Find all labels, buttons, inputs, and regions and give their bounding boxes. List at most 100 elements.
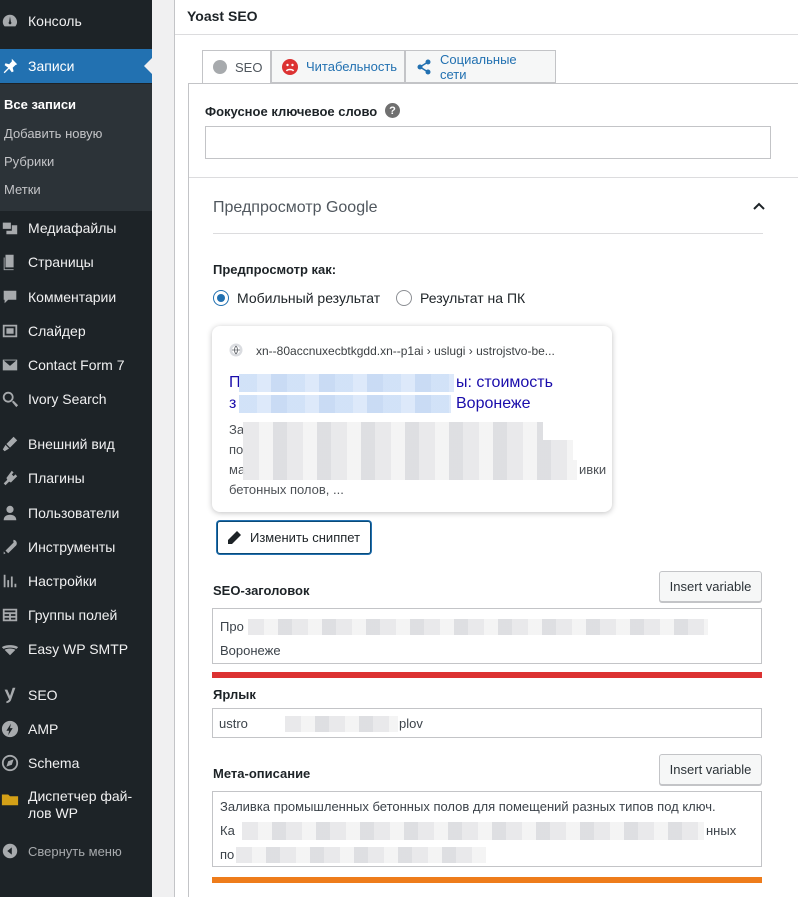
submenu-all-posts[interactable]: Все записи bbox=[4, 97, 76, 112]
sidebar-item-label: Комментарии bbox=[28, 289, 117, 305]
search-icon bbox=[0, 389, 20, 409]
sidebar-item-label: Диспетчер фай- bbox=[28, 788, 133, 804]
snippet-title-line2-end: Воронеже bbox=[456, 395, 531, 412]
sidebar-item-label: Плагины bbox=[28, 470, 85, 486]
sidebar-item-contact-form[interactable]: Contact Form 7 bbox=[0, 348, 152, 382]
sidebar-item-label: Настройки bbox=[28, 573, 97, 589]
submenu-add-new[interactable]: Добавить новую bbox=[4, 126, 102, 141]
sidebar-item-label: Консоль bbox=[28, 13, 82, 29]
edit-snippet-button[interactable]: Изменить сниппет bbox=[217, 521, 371, 554]
sidebar-item-easy-wp-smtp[interactable]: Easy WP SMTP bbox=[0, 632, 152, 666]
tab-readability[interactable]: Читабельность bbox=[271, 50, 405, 83]
sidebar-item-label: Schema bbox=[28, 755, 80, 771]
radio-mobile[interactable] bbox=[213, 290, 229, 306]
redacted-block bbox=[236, 847, 486, 863]
globe-icon bbox=[229, 343, 243, 357]
submenu-tags[interactable]: Метки bbox=[4, 182, 41, 197]
pencil-icon bbox=[228, 530, 241, 544]
schema-icon bbox=[0, 753, 20, 773]
chevron-up-icon[interactable] bbox=[753, 201, 765, 213]
tab-seo[interactable]: SEO bbox=[202, 50, 271, 84]
sidebar-item-label: Страницы bbox=[28, 254, 94, 270]
focus-keyword-input[interactable] bbox=[205, 126, 771, 159]
pages-icon bbox=[0, 252, 20, 272]
sidebar-item-pages[interactable]: Страницы bbox=[0, 245, 152, 279]
edit-snippet-label: Изменить сниппет bbox=[250, 530, 361, 545]
slug-label: Ярлык bbox=[213, 687, 256, 702]
pin-icon bbox=[0, 56, 20, 76]
tab-social[interactable]: Социальные сети bbox=[405, 50, 556, 83]
google-preview-title[interactable]: Предпросмотр Google bbox=[213, 199, 378, 217]
redacted-block bbox=[248, 619, 708, 635]
desc-line3-end: ивки bbox=[579, 462, 607, 477]
sidebar-item-dashboard[interactable]: Консоль bbox=[0, 4, 152, 38]
redacted-block bbox=[243, 422, 543, 440]
help-icon[interactable]: ? bbox=[385, 103, 400, 118]
section-divider bbox=[189, 177, 798, 178]
seo-title-line2: Воронеже bbox=[220, 643, 281, 658]
snippet-url: xn--80accnuxecbtkgdd.xn--p1ai › uslugi ›… bbox=[256, 344, 555, 358]
sidebar-item-amp[interactable]: AMP bbox=[0, 712, 152, 746]
collapse-menu-button[interactable]: Свернуть меню bbox=[0, 834, 152, 868]
sidebar-item-label: SEO bbox=[28, 687, 58, 703]
sidebar-item-label: Слайдер bbox=[28, 323, 86, 339]
sad-face-icon bbox=[282, 58, 298, 75]
snippet-title-line2-start: з bbox=[229, 395, 237, 412]
sidebar-item-label-line2: лов WP bbox=[28, 805, 78, 821]
seo-title-line1-start: Про bbox=[220, 619, 244, 634]
redacted-block bbox=[239, 374, 454, 392]
main-content: Yoast SEO SEO Читабельность Социальные с… bbox=[152, 0, 798, 897]
sidebar-item-settings[interactable]: Настройки bbox=[0, 564, 152, 598]
radio-desktop[interactable] bbox=[396, 290, 412, 306]
submenu-categories[interactable]: Рубрики bbox=[4, 154, 54, 169]
insert-variable-button-meta[interactable]: Insert variable bbox=[659, 754, 762, 785]
sidebar-item-seo[interactable]: SEO bbox=[0, 678, 152, 712]
snippet-title: П ы: стоимость з Воронеже bbox=[229, 372, 599, 414]
sidebar-item-posts[interactable]: Записи bbox=[0, 49, 152, 83]
sidebar-item-label: Ivory Search bbox=[28, 391, 107, 407]
sidebar-item-ivory-search[interactable]: Ivory Search bbox=[0, 382, 152, 416]
meta-description-label: Мета-описание bbox=[213, 766, 311, 781]
slug-input[interactable]: ustro plov bbox=[212, 708, 762, 738]
sidebar-item-comments[interactable]: Комментарии bbox=[0, 280, 152, 314]
snippet-title-line1-end: ы: стоимость bbox=[456, 374, 553, 391]
slug-start: ustro bbox=[219, 715, 248, 731]
meta-description-input[interactable]: Заливка промышленных бетонных полов для … bbox=[212, 791, 762, 867]
sidebar-item-file-manager[interactable]: Диспетчер фай- лов WP bbox=[0, 788, 152, 828]
desc-line2-start: по bbox=[229, 442, 244, 457]
sidebar-item-media[interactable]: Медиафайлы bbox=[0, 211, 152, 245]
meta-line1: Заливка промышленных бетонных полов для … bbox=[220, 799, 716, 814]
sidebar-item-schema[interactable]: Schema bbox=[0, 746, 152, 780]
metabox-title: Yoast SEO bbox=[187, 8, 258, 24]
sidebar-item-label: Contact Form 7 bbox=[28, 357, 125, 373]
insert-variable-button-title[interactable]: Insert variable bbox=[659, 571, 762, 602]
sidebar-item-label: AMP bbox=[28, 721, 59, 737]
dashboard-icon bbox=[0, 11, 20, 31]
meta-line2-end: нных bbox=[706, 823, 737, 838]
sidebar-item-plugins[interactable]: Плагины bbox=[0, 461, 152, 495]
sidebar-item-tools[interactable]: Инструменты bbox=[0, 530, 152, 564]
sidebar-item-label-wrap: Диспетчер фай- лов WP bbox=[28, 788, 132, 822]
smtp-icon bbox=[0, 639, 20, 659]
active-indicator bbox=[144, 58, 152, 74]
sidebar-item-slider[interactable]: Слайдер bbox=[0, 314, 152, 348]
snippet-description: За по ма ивки бетонных полов, ... bbox=[229, 420, 609, 500]
sidebar-item-label: Инструменты bbox=[28, 539, 116, 555]
tools-icon bbox=[0, 537, 20, 557]
sidebar-item-appearance[interactable]: Внешний вид bbox=[0, 427, 152, 461]
share-icon bbox=[416, 59, 432, 75]
yoast-metabox: Yoast SEO SEO Читабельность Социальные с… bbox=[174, 0, 798, 897]
seo-title-progress-bar bbox=[212, 672, 762, 678]
mail-icon bbox=[0, 355, 20, 375]
sidebar-item-users[interactable]: Пользователи bbox=[0, 496, 152, 530]
sidebar-item-label: Записи bbox=[28, 58, 75, 74]
posts-submenu: Все записи Добавить новую Рубрики Метки bbox=[0, 84, 152, 211]
sidebar-item-field-groups[interactable]: Группы полей bbox=[0, 598, 152, 632]
focus-keyword-label: Фокусное ключевое слово bbox=[205, 104, 378, 119]
collapse-menu-label: Свернуть меню bbox=[28, 843, 122, 859]
radio-desktop-label: Результат на ПК bbox=[420, 290, 526, 306]
sidebar-item-label: Пользователи bbox=[28, 505, 120, 521]
meta-line3-start: по bbox=[220, 847, 235, 862]
seo-title-input[interactable]: Про Воронеже bbox=[212, 608, 762, 664]
seo-title-label: SEO-заголовок bbox=[213, 583, 310, 598]
